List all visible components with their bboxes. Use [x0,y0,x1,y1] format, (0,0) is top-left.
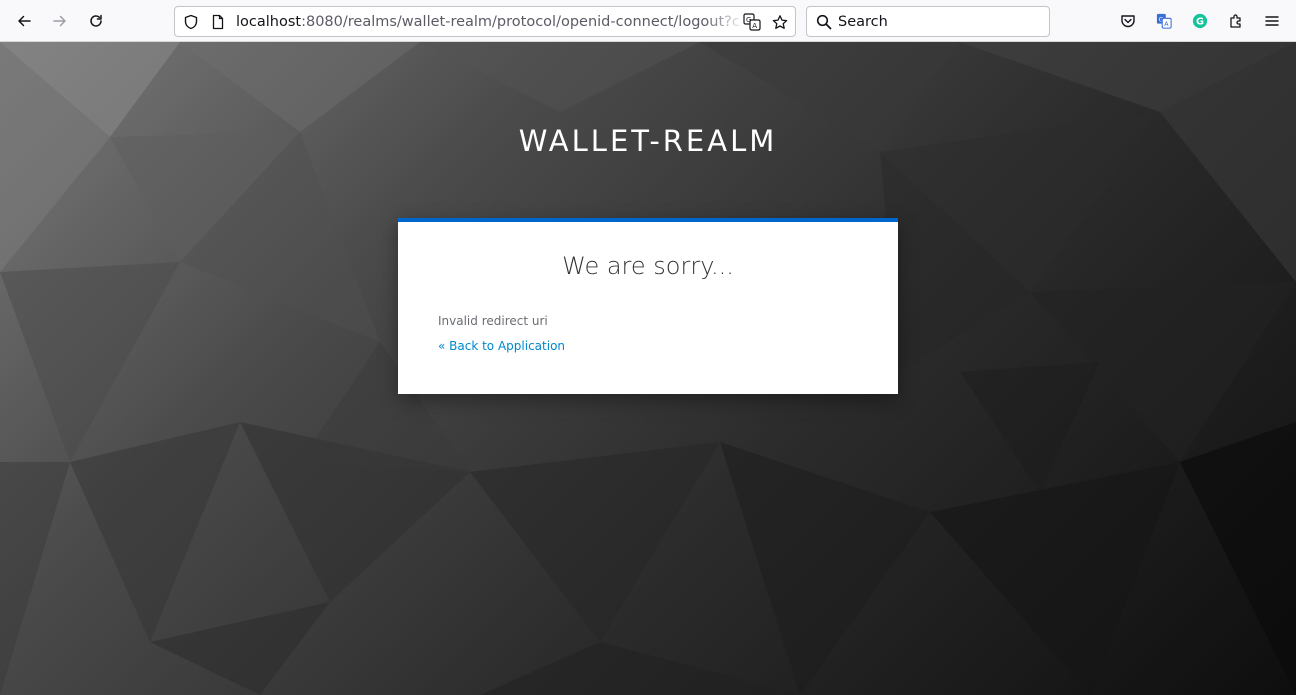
svg-text:A: A [752,22,757,30]
bookmark-star-icon[interactable] [772,14,788,30]
translate-extension-button[interactable]: GA [1151,8,1177,34]
address-bar[interactable]: localhost:8080/realms/wallet-realm/proto… [174,6,796,37]
grammarly-icon: G [1192,13,1208,29]
page-icon[interactable] [210,14,226,30]
browser-toolbar: localhost:8080/realms/wallet-realm/proto… [0,0,1296,42]
reload-button[interactable] [83,8,109,34]
extensions-button[interactable] [1223,8,1249,34]
realm-title: WALLET-REALM [518,124,778,158]
url-host: localhost [236,14,302,30]
pocket-icon [1121,15,1135,28]
page-content: WALLET-REALM We are sorry... Invalid red… [0,42,1296,695]
error-message: Invalid redirect uri [438,314,548,328]
back-to-application-link[interactable]: « Back to Application [438,338,565,354]
url-text[interactable]: localhost:8080/realms/wallet-realm/proto… [236,13,741,31]
hamburger-menu-icon [1265,16,1279,26]
search-icon [816,14,832,30]
forward-button[interactable] [47,8,73,34]
url-path: :8080/realms/wallet-realm/protocol/openi… [301,14,741,30]
search-input[interactable]: Search [838,13,888,31]
arrow-right-icon [53,15,66,27]
translate-icon[interactable]: GA [743,13,761,31]
error-card: We are sorry... Invalid redirect uri « B… [398,218,898,394]
url-fade [705,11,745,33]
back-button[interactable] [11,8,37,34]
arrow-left-icon [18,15,31,27]
svg-text:A: A [1164,21,1169,28]
translate-extension-icon: GA [1156,13,1172,29]
grammarly-button[interactable]: G [1187,8,1213,34]
pocket-button[interactable] [1115,8,1141,34]
search-bar[interactable]: Search [806,6,1050,37]
menu-button[interactable] [1259,8,1285,34]
error-heading: We are sorry... [562,252,734,280]
puzzle-icon [1230,14,1241,28]
reload-icon [90,14,102,27]
shield-icon[interactable] [183,14,199,30]
grammarly-letter: G [1196,17,1204,28]
